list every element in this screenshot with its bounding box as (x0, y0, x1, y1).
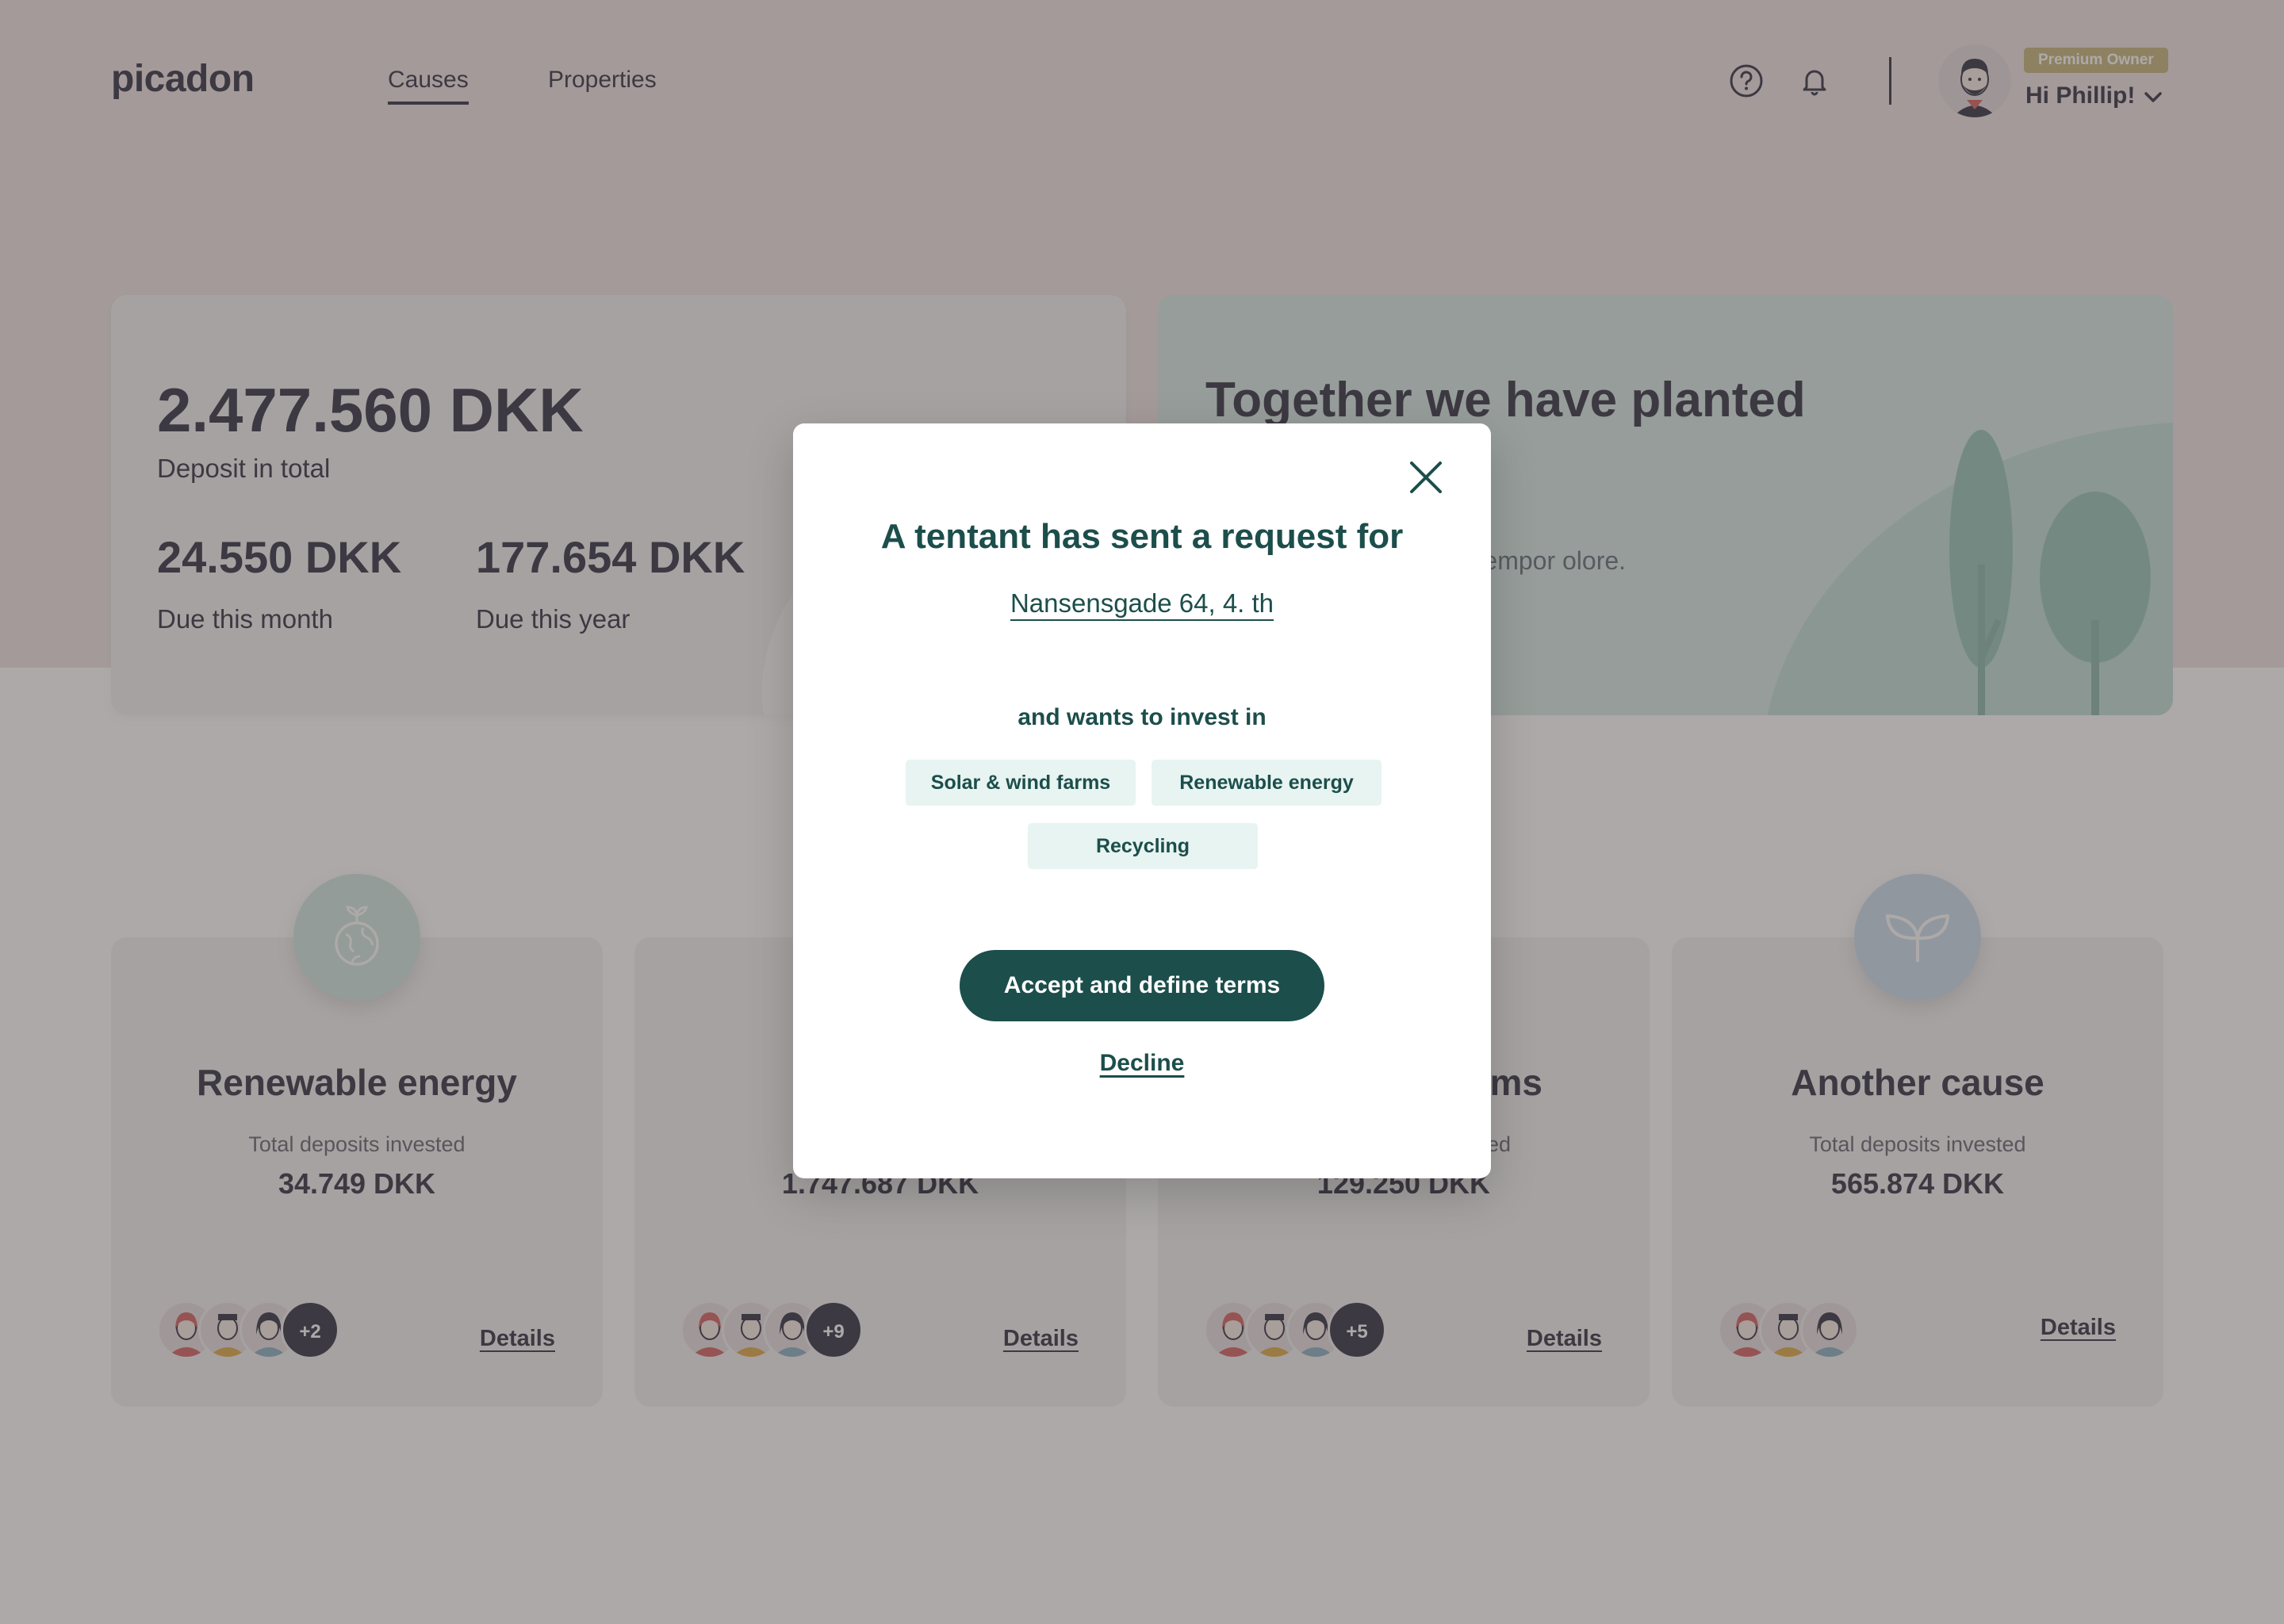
address-link[interactable]: Nansensgade 64, 4. th (1010, 588, 1274, 618)
cause-tag: Solar & wind farms (906, 760, 1136, 806)
accept-button[interactable]: Accept and define terms (960, 950, 1324, 1021)
wants-invest-label: and wants to invest in (1017, 704, 1267, 730)
close-button[interactable] (1402, 455, 1450, 503)
decline-container: Decline (793, 1050, 1491, 1077)
cause-tag: Recycling (1028, 823, 1258, 869)
address-container: Nansensgade 64, 4. th (793, 588, 1491, 619)
modal-title: A tentant has sent a request for (880, 517, 1404, 556)
investment-request-modal: A tentant has sent a request for Nansens… (793, 423, 1491, 1178)
decline-link[interactable]: Decline (1100, 1050, 1185, 1076)
cause-tag: Renewable energy (1152, 760, 1382, 806)
close-icon (1408, 460, 1443, 499)
